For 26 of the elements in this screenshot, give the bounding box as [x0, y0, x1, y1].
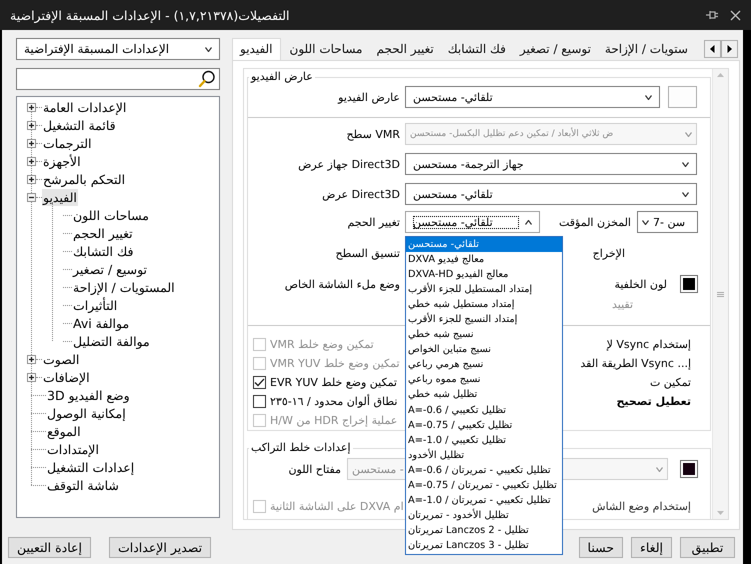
checkbox-label: عملية إخراج HDR من H/W [270, 414, 398, 427]
field-label: المخزن المؤقت [558, 216, 631, 228]
window-title: التفصيلات(١,٧,٢١٣٧٨) - الإعدادات المسبقة الإفتراضية [10, 8, 290, 22]
field-label: عارض الفيديو [338, 90, 400, 104]
option-label: تقييد [612, 298, 634, 310]
option-label: إ... Vsync الطريقة القد [580, 357, 691, 370]
field-label: وضع ملء الشاشة الخاص [284, 278, 400, 290]
checkbox-label: نطاق ألوان محدود / ١٦-٢٣٥ [270, 395, 398, 408]
option-label: تمكين ت [650, 376, 691, 389]
field-label: جهاز عرض Direct3D [298, 158, 400, 170]
field-label: عرض Direct3D [322, 188, 400, 200]
checkbox-label: ام DXVA على الشاشة الثانية [270, 500, 404, 512]
field-label: الإخراج [592, 246, 625, 260]
checkbox-label: تمكين وضع خلط VMR [270, 338, 374, 351]
field-label: مفتاح اللون [288, 462, 341, 476]
field-label: سطح VMR [346, 128, 400, 140]
checkbox-label: إستخدام وضع الشاش [592, 500, 692, 512]
field-label: تغيير الحجم [347, 216, 400, 228]
field-label: لون الخلفية [614, 278, 667, 290]
group-title: عارض الفيديو [251, 70, 313, 83]
option-label: إستخدام Vsync لإ [606, 338, 691, 351]
option-label: تعطيل تصحيح [616, 395, 691, 408]
field-label: تنسيق السطح [335, 246, 400, 260]
checkbox-label: تمكين وضع خلط VMR YUV [270, 357, 400, 370]
checkbox-label: تمكين وضع خلط EVR YUV [270, 376, 397, 389]
group-title: إعدادات خلط التراكب [251, 441, 351, 454]
